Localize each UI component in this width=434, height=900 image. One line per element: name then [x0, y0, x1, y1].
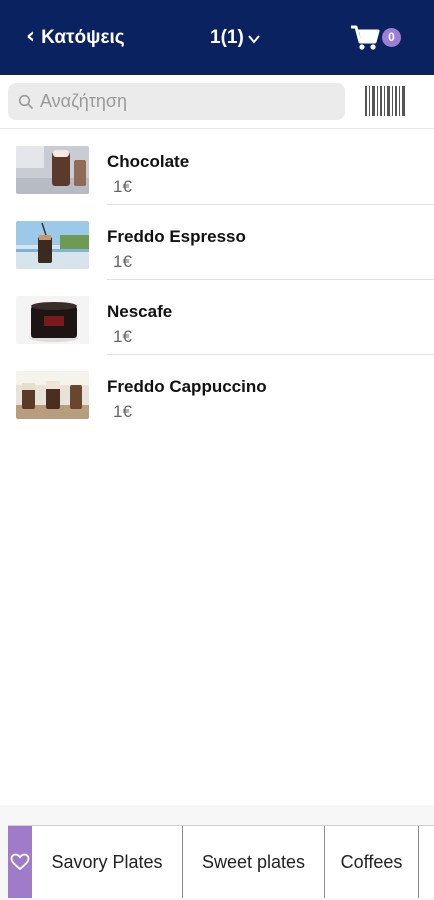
back-label: Κατόψεις: [41, 26, 125, 48]
product-price: 1€: [113, 252, 132, 271]
cart-count-badge: 0: [382, 27, 401, 47]
search-box: [8, 83, 345, 120]
product-item[interactable]: Freddo Espresso 1€: [0, 205, 434, 280]
product-image: [16, 146, 89, 194]
product-image: [16, 221, 89, 269]
page-title: 1(1): [210, 26, 244, 48]
chevron-left-icon: ‹: [26, 23, 36, 49]
chevron-down-icon: [248, 34, 260, 44]
product-price: 1€: [113, 177, 132, 196]
back-button[interactable]: ‹ Κατόψεις: [26, 0, 125, 75]
product-list: Chocolate 1€ Freddo Espresso 1€ Nescafe …: [0, 130, 434, 430]
product-name: Freddo Espresso: [107, 227, 246, 246]
cart-icon: [351, 25, 380, 50]
heart-icon: [10, 853, 30, 871]
tab-coffees[interactable]: Coffees: [325, 826, 419, 898]
search-input[interactable]: [40, 91, 330, 112]
cart-button[interactable]: 0: [350, 0, 401, 75]
product-item[interactable]: Nescafe 1€: [0, 280, 434, 355]
barcode-icon[interactable]: [364, 85, 406, 117]
tab-next[interactable]: [419, 826, 434, 898]
product-item[interactable]: Freddo Cappuccino 1€: [0, 355, 434, 430]
product-price: 1€: [113, 327, 132, 346]
product-item[interactable]: Chocolate 1€: [0, 130, 434, 205]
app-header: ‹ Κατόψεις 1(1) 0: [0, 0, 434, 75]
tab-sweet-plates[interactable]: Sweet plates: [183, 826, 325, 898]
table-selector[interactable]: 1(1): [210, 0, 261, 75]
tab-savory-plates[interactable]: Savory Plates: [32, 826, 183, 898]
product-image: [16, 296, 89, 344]
product-name: Freddo Cappuccino: [107, 377, 267, 396]
product-name: Nescafe: [107, 302, 173, 321]
favorites-tab[interactable]: [8, 826, 32, 898]
product-price: 1€: [113, 402, 132, 421]
category-tabs: Savory Plates Sweet plates Coffees: [8, 825, 434, 898]
product-image: [16, 371, 89, 419]
product-name: Chocolate: [107, 152, 190, 171]
search-icon: [18, 94, 34, 109]
